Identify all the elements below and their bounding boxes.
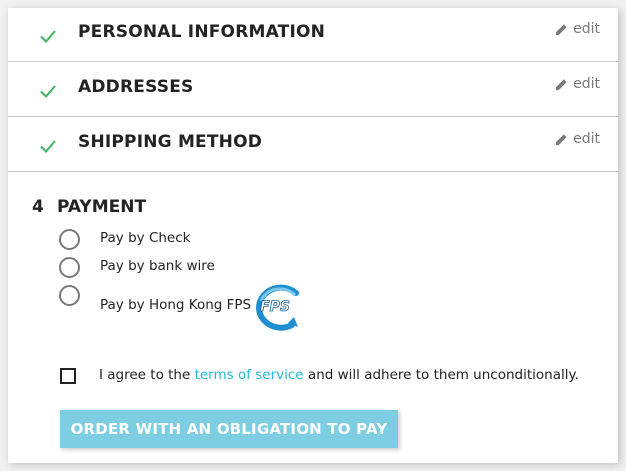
edit-link-shipping-method[interactable]: edit [555,131,600,147]
checkout-card: PERSONAL INFORMATION edit ADDRESSES edit… [8,8,618,463]
fps-logo-text: FPS [260,299,290,315]
step-title: ADDRESSES [78,77,194,97]
terms-checkbox[interactable] [60,368,76,384]
order-button[interactable]: ORDER WITH AN OBLIGATION TO PAY [60,410,398,448]
edit-label: edit [573,131,600,147]
radio-pay-by-bank-wire[interactable] [59,257,80,278]
step-addresses: ADDRESSES edit [8,63,618,117]
payment-heading: 4 PAYMENT [32,197,146,217]
payment-option-label: Pay by Hong Kong FPS [100,297,252,313]
checkmark-icon [40,30,56,43]
payment-option-label: Pay by Check [100,230,191,246]
terms-suffix: and will adhere to them unconditionally. [303,367,579,383]
fps-logo-icon: FPS [256,284,299,331]
radio-pay-by-check[interactable] [59,229,80,250]
terms-text: I agree to the terms of service and will… [99,367,579,383]
pencil-icon [556,23,567,35]
edit-link-addresses[interactable]: edit [555,76,600,92]
payment-title: PAYMENT [57,197,147,217]
pencil-icon [556,78,567,90]
step-shipping-method: SHIPPING METHOD edit [8,118,618,172]
pencil-icon [556,133,567,145]
checkmark-icon [40,85,56,98]
edit-link-personal-information[interactable]: edit [555,21,600,37]
edit-label: edit [573,21,600,37]
checkmark-icon [40,140,56,153]
step-number: 4 [32,197,44,217]
payment-option-label: Pay by bank wire [100,258,215,274]
step-title: SHIPPING METHOD [78,132,263,152]
step-title: PERSONAL INFORMATION [78,22,326,42]
terms-of-service-link[interactable]: terms of service [195,367,304,383]
terms-prefix: I agree to the [99,367,195,383]
radio-pay-by-fps[interactable] [59,285,80,306]
edit-label: edit [573,76,600,92]
step-personal-information: PERSONAL INFORMATION edit [8,8,618,62]
